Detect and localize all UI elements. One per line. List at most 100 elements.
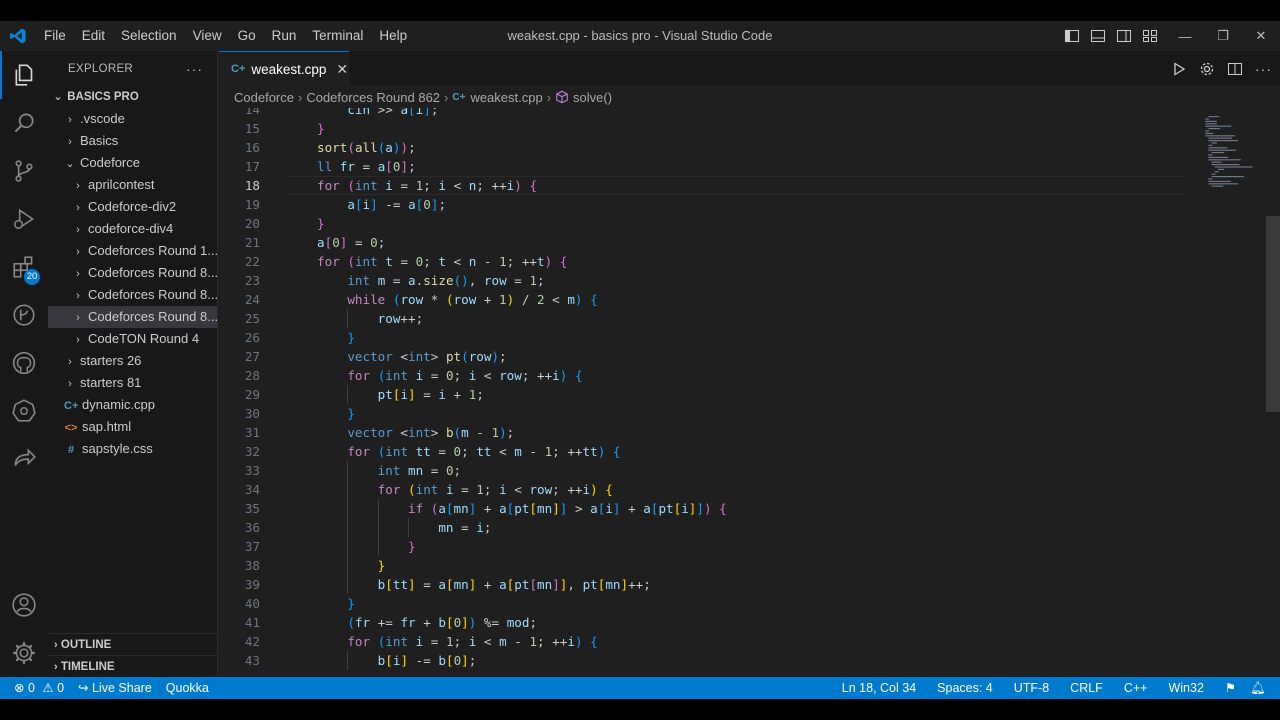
more-actions-icon[interactable]: ···: [186, 61, 203, 77]
git-lens-icon[interactable]: [0, 291, 48, 339]
code-line: 14 cin >> a[i];: [219, 108, 1269, 119]
tree-item-label: sap.html: [82, 419, 132, 434]
code-line: 17 ll fr = a[0];: [219, 157, 1269, 176]
tree-folder[interactable]: › Codeforces Round 8...: [48, 306, 217, 328]
vscode-logo-icon: [0, 21, 36, 51]
tree-folder[interactable]: › Codeforce-div2: [48, 196, 217, 218]
live-share-status[interactable]: ↪ Live Share: [71, 677, 159, 699]
menu-run[interactable]: Run: [264, 21, 305, 51]
files-icon[interactable]: [0, 51, 48, 99]
cursor-position[interactable]: Ln 18, Col 34: [835, 677, 930, 699]
platform-status[interactable]: Win32: [1161, 677, 1217, 699]
tree-file[interactable]: <> sap.html: [48, 416, 217, 438]
menu-bar: File Edit Selection View Go Run Terminal Help: [36, 21, 415, 51]
tab-weakest-cpp[interactable]: C+ weakest.cpp ✕: [219, 51, 349, 86]
settings-icon[interactable]: [0, 629, 48, 677]
method-icon: [556, 90, 568, 104]
breadcrumb-item[interactable]: solve(): [573, 90, 612, 105]
indent-guide: [347, 385, 349, 404]
chevron-right-icon: ›: [76, 268, 80, 280]
menu-terminal[interactable]: Terminal: [304, 21, 371, 51]
code-text: int mn = 0;: [377, 463, 462, 478]
outline-section[interactable]: › OUTLINE: [48, 633, 217, 655]
tree-folder[interactable]: ⌄ Codeforce: [48, 152, 217, 174]
settings-gear-icon[interactable]: [1199, 61, 1215, 77]
language-mode[interactable]: C++: [1117, 677, 1162, 699]
breadcrumb-item[interactable]: weakest.cpp: [470, 90, 542, 105]
indent-guide: [347, 499, 349, 518]
menu-selection[interactable]: Selection: [113, 21, 185, 51]
tree-folder[interactable]: › Codeforces Round 8...: [48, 284, 217, 306]
close-window-button[interactable]: ✕: [1242, 21, 1280, 51]
tree-folder[interactable]: › starters 26: [48, 350, 217, 372]
vertical-scrollbar[interactable]: [1266, 216, 1280, 412]
line-number: 18: [244, 178, 260, 193]
customize-layout-icon[interactable]: [1142, 28, 1158, 44]
minimap-line: [1208, 180, 1231, 182]
code-editor[interactable]: 14 cin >> a[i]; 15} 16 sort(all(a)); 17 ll fr…: [219, 108, 1280, 677]
tree-folder[interactable]: › .vscode: [48, 108, 217, 130]
tree-item-label: starters 26: [80, 353, 142, 368]
feedback-icon[interactable]: ⚑: [1218, 677, 1243, 699]
indent-guide: [347, 518, 349, 537]
outline-label: OUTLINE: [60, 639, 112, 651]
restore-button[interactable]: ❐: [1204, 21, 1242, 51]
tree-folder[interactable]: › Basics: [48, 130, 217, 152]
split-editor-icon[interactable]: [1227, 61, 1243, 77]
menu-file[interactable]: File: [36, 21, 74, 51]
toggle-secondary-sidebar-icon[interactable]: [1116, 28, 1132, 44]
minimap-line: [1214, 166, 1253, 168]
code-text: (fr += fr + b[0]) %= mod;: [347, 615, 538, 630]
code-line: 42 for (int i = 1; i < m - 1; ++i) {: [219, 632, 1269, 651]
warning-count: 0: [57, 681, 65, 695]
toggle-primary-sidebar-icon[interactable]: [1064, 28, 1080, 44]
minimize-button[interactable]: —: [1166, 21, 1204, 51]
quokka-status[interactable]: Quokka: [159, 677, 216, 699]
tree-folder[interactable]: › Codeforces Round 8...: [48, 262, 217, 284]
encoding-status[interactable]: UTF-8: [1007, 677, 1063, 699]
account-icon[interactable]: [0, 581, 48, 629]
code-text: for (int tt = 0; tt < m - 1; ++tt) {: [347, 444, 621, 459]
minimap-line: [1211, 152, 1225, 154]
tree-folder[interactable]: › aprilcontest: [48, 174, 217, 196]
tree-folder[interactable]: › CodeTON Round 4: [48, 328, 217, 350]
tree-file[interactable]: C+ dynamic.cpp: [48, 394, 217, 416]
code-text: b[tt] = a[mn] + a[pt[mn]], pt[mn]++;: [377, 577, 651, 592]
breadcrumb-item[interactable]: Codeforce: [234, 90, 294, 105]
minimap[interactable]: [1202, 108, 1262, 188]
close-tab-icon[interactable]: ✕: [336, 61, 348, 78]
line-number: 27: [244, 349, 260, 364]
more-editor-actions-icon[interactable]: ···: [1255, 61, 1272, 77]
run-debug-icon[interactable]: [0, 195, 48, 243]
indentation-status[interactable]: Spaces: 4: [930, 677, 1007, 699]
chevron-right-icon: ›: [444, 89, 449, 105]
kubernetes-icon[interactable]: [0, 387, 48, 435]
problems-status[interactable]: ⊗ 0 ⚠ 0: [0, 677, 71, 699]
notifications-icon[interactable]: 🔔︎: [1243, 677, 1280, 699]
search-icon[interactable]: [0, 99, 48, 147]
breadcrumb-item[interactable]: Codeforces Round 862: [306, 90, 440, 105]
code-line: 30 }: [219, 404, 1269, 423]
tree-folder[interactable]: › starters 81: [48, 372, 217, 394]
line-number: 30: [244, 406, 260, 421]
chevron-down-icon: ⌄: [53, 91, 63, 103]
github-icon[interactable]: [0, 339, 48, 387]
timeline-section[interactable]: › TIMELINE: [48, 655, 217, 677]
eol-status[interactable]: CRLF: [1063, 677, 1117, 699]
tree-folder[interactable]: › codeforce-div4: [48, 218, 217, 240]
source-control-icon[interactable]: [0, 147, 48, 195]
tree-file[interactable]: # sapstyle.css: [48, 438, 217, 460]
indent-guide: [347, 575, 349, 594]
live-share-icon[interactable]: [0, 435, 48, 483]
menu-view[interactable]: View: [185, 21, 230, 51]
cpp-file-icon: C+: [452, 91, 466, 103]
tree-folder[interactable]: › Codeforces Round 1...: [48, 240, 217, 262]
toggle-panel-icon[interactable]: [1090, 28, 1106, 44]
workspace-root[interactable]: ⌄ BASICS PRO: [48, 86, 217, 108]
menu-go[interactable]: Go: [230, 21, 264, 51]
menu-help[interactable]: Help: [371, 21, 415, 51]
editor-actions: ···: [1171, 51, 1272, 86]
menu-edit[interactable]: Edit: [74, 21, 113, 51]
run-code-icon[interactable]: [1171, 61, 1187, 77]
extensions-icon[interactable]: 20: [0, 243, 48, 291]
